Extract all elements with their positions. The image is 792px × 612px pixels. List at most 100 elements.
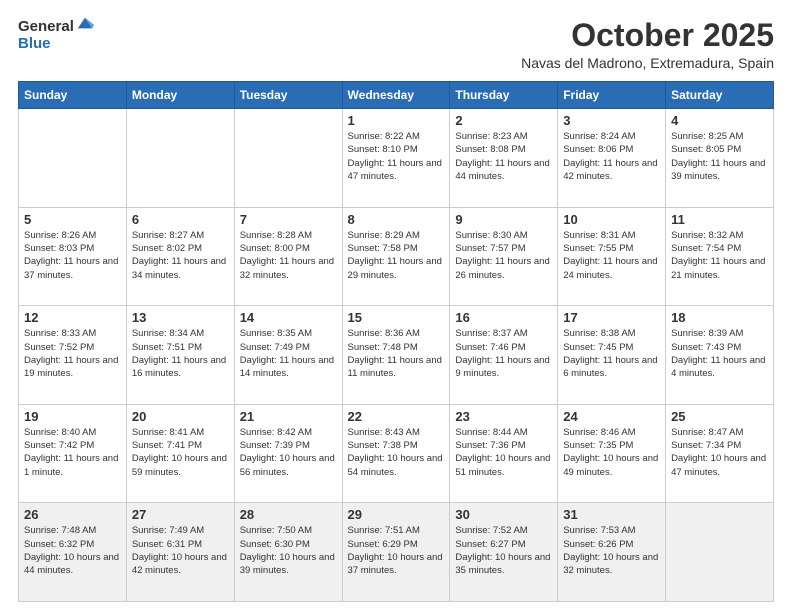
cell-4-0: 26 Sunrise: 7:48 AM Sunset: 6:32 PM Dayli… — [19, 503, 127, 602]
day-num-2-5: 17 — [563, 310, 660, 325]
day-num-1-0: 5 — [24, 212, 121, 227]
day-num-0-6: 4 — [671, 113, 768, 128]
day-info-4-2: Sunrise: 7:50 AM Sunset: 6:30 PM Dayligh… — [240, 524, 337, 577]
day-num-2-1: 13 — [132, 310, 229, 325]
day-info-3-5: Sunrise: 8:46 AM Sunset: 7:35 PM Dayligh… — [563, 426, 660, 479]
day-info-1-2: Sunrise: 8:28 AM Sunset: 8:00 PM Dayligh… — [240, 229, 337, 282]
cell-3-6: 25 Sunrise: 8:47 AM Sunset: 7:34 PM Dayli… — [666, 404, 774, 503]
day-info-0-3: Sunrise: 8:22 AM Sunset: 8:10 PM Dayligh… — [348, 130, 445, 183]
cell-2-3: 15 Sunrise: 8:36 AM Sunset: 7:48 PM Dayli… — [342, 306, 450, 405]
header-sunday: Sunday — [19, 82, 127, 109]
cell-2-5: 17 Sunrise: 8:38 AM Sunset: 7:45 PM Dayli… — [558, 306, 666, 405]
header-tuesday: Tuesday — [234, 82, 342, 109]
day-num-2-3: 15 — [348, 310, 445, 325]
cell-1-4: 9 Sunrise: 8:30 AM Sunset: 7:57 PM Daylig… — [450, 207, 558, 306]
cell-0-1 — [126, 109, 234, 208]
day-num-3-0: 19 — [24, 409, 121, 424]
cell-3-2: 21 Sunrise: 8:42 AM Sunset: 7:39 PM Dayli… — [234, 404, 342, 503]
title-section: October 2025 Navas del Madrono, Extremad… — [521, 18, 774, 71]
day-info-4-4: Sunrise: 7:52 AM Sunset: 6:27 PM Dayligh… — [455, 524, 552, 577]
cell-3-3: 22Sunrise: 8:43 AM Sunset: 7:38 PM Dayli… — [342, 404, 450, 503]
day-num-3-5: 24 — [563, 409, 660, 424]
day-num-1-4: 9 — [455, 212, 552, 227]
logo: General Blue — [18, 18, 94, 52]
day-num-4-3: 29 — [348, 507, 445, 522]
week-row-1: 5Sunrise: 8:26 AM Sunset: 8:03 PM Daylig… — [19, 207, 774, 306]
cell-0-2 — [234, 109, 342, 208]
day-num-0-5: 3 — [563, 113, 660, 128]
day-num-3-6: 25 — [671, 409, 768, 424]
day-num-3-2: 21 — [240, 409, 337, 424]
cell-4-1: 27 Sunrise: 7:49 AM Sunset: 6:31 PM Dayli… — [126, 503, 234, 602]
cell-1-3: 8 Sunrise: 8:29 AM Sunset: 7:58 PM Daylig… — [342, 207, 450, 306]
day-info-4-1: Sunrise: 7:49 AM Sunset: 6:31 PM Dayligh… — [132, 524, 229, 577]
day-num-4-1: 27 — [132, 507, 229, 522]
cell-3-5: 24 Sunrise: 8:46 AM Sunset: 7:35 PM Dayli… — [558, 404, 666, 503]
day-num-2-0: 12 — [24, 310, 121, 325]
day-info-1-6: Sunrise: 8:32 AM Sunset: 7:54 PM Dayligh… — [671, 229, 768, 282]
cell-2-6: 18Sunrise: 8:39 AM Sunset: 7:43 PM Dayli… — [666, 306, 774, 405]
day-info-3-2: Sunrise: 8:42 AM Sunset: 7:39 PM Dayligh… — [240, 426, 337, 479]
day-info-2-4: Sunrise: 8:37 AM Sunset: 7:46 PM Dayligh… — [455, 327, 552, 380]
day-info-4-0: Sunrise: 7:48 AM Sunset: 6:32 PM Dayligh… — [24, 524, 121, 577]
day-info-3-6: Sunrise: 8:47 AM Sunset: 7:34 PM Dayligh… — [671, 426, 768, 479]
week-row-0: 1 Sunrise: 8:22 AM Sunset: 8:10 PM Daylig… — [19, 109, 774, 208]
logo-general-text: General — [18, 18, 74, 35]
calendar-table: Sunday Monday Tuesday Wednesday Thursday… — [18, 81, 774, 602]
day-info-1-4: Sunrise: 8:30 AM Sunset: 7:57 PM Dayligh… — [455, 229, 552, 282]
day-num-3-1: 20 — [132, 409, 229, 424]
cell-0-5: 3 Sunrise: 8:24 AM Sunset: 8:06 PM Daylig… — [558, 109, 666, 208]
month-title: October 2025 — [521, 18, 774, 53]
cell-3-1: 20 Sunrise: 8:41 AM Sunset: 7:41 PM Dayli… — [126, 404, 234, 503]
day-num-0-3: 1 — [348, 113, 445, 128]
day-info-3-0: Sunrise: 8:40 AM Sunset: 7:42 PM Dayligh… — [24, 426, 121, 479]
cell-2-1: 13 Sunrise: 8:34 AM Sunset: 7:51 PM Dayli… — [126, 306, 234, 405]
week-row-3: 19 Sunrise: 8:40 AM Sunset: 7:42 PM Dayli… — [19, 404, 774, 503]
day-num-3-4: 23 — [455, 409, 552, 424]
cell-1-2: 7Sunrise: 8:28 AM Sunset: 8:00 PM Daylig… — [234, 207, 342, 306]
day-num-1-3: 8 — [348, 212, 445, 227]
day-info-4-5: Sunrise: 7:53 AM Sunset: 6:26 PM Dayligh… — [563, 524, 660, 577]
cell-1-0: 5Sunrise: 8:26 AM Sunset: 8:03 PM Daylig… — [19, 207, 127, 306]
day-info-1-5: Sunrise: 8:31 AM Sunset: 7:55 PM Dayligh… — [563, 229, 660, 282]
cell-3-0: 19 Sunrise: 8:40 AM Sunset: 7:42 PM Dayli… — [19, 404, 127, 503]
page: General Blue October 2025 Navas del Madr… — [0, 0, 792, 612]
day-num-1-1: 6 — [132, 212, 229, 227]
day-info-2-5: Sunrise: 8:38 AM Sunset: 7:45 PM Dayligh… — [563, 327, 660, 380]
day-info-0-6: Sunrise: 8:25 AM Sunset: 8:05 PM Dayligh… — [671, 130, 768, 183]
day-info-2-1: Sunrise: 8:34 AM Sunset: 7:51 PM Dayligh… — [132, 327, 229, 380]
day-num-2-2: 14 — [240, 310, 337, 325]
logo-icon — [76, 14, 94, 32]
cell-0-3: 1 Sunrise: 8:22 AM Sunset: 8:10 PM Daylig… — [342, 109, 450, 208]
day-info-2-2: Sunrise: 8:35 AM Sunset: 7:49 PM Dayligh… — [240, 327, 337, 380]
cell-4-6 — [666, 503, 774, 602]
cell-4-2: 28 Sunrise: 7:50 AM Sunset: 6:30 PM Dayli… — [234, 503, 342, 602]
day-num-4-2: 28 — [240, 507, 337, 522]
header-wednesday: Wednesday — [342, 82, 450, 109]
header-saturday: Saturday — [666, 82, 774, 109]
day-info-0-5: Sunrise: 8:24 AM Sunset: 8:06 PM Dayligh… — [563, 130, 660, 183]
day-info-2-0: Sunrise: 8:33 AM Sunset: 7:52 PM Dayligh… — [24, 327, 121, 380]
day-num-3-3: 22 — [348, 409, 445, 424]
header-monday: Monday — [126, 82, 234, 109]
cell-4-5: 31 Sunrise: 7:53 AM Sunset: 6:26 PM Dayli… — [558, 503, 666, 602]
day-num-1-6: 11 — [671, 212, 768, 227]
day-info-4-3: Sunrise: 7:51 AM Sunset: 6:29 PM Dayligh… — [348, 524, 445, 577]
day-info-3-1: Sunrise: 8:41 AM Sunset: 7:41 PM Dayligh… — [132, 426, 229, 479]
cell-4-4: 30 Sunrise: 7:52 AM Sunset: 6:27 PM Dayli… — [450, 503, 558, 602]
day-num-1-5: 10 — [563, 212, 660, 227]
day-info-1-3: Sunrise: 8:29 AM Sunset: 7:58 PM Dayligh… — [348, 229, 445, 282]
cell-1-6: 11 Sunrise: 8:32 AM Sunset: 7:54 PM Dayli… — [666, 207, 774, 306]
cell-0-0 — [19, 109, 127, 208]
day-num-4-0: 26 — [24, 507, 121, 522]
header-thursday: Thursday — [450, 82, 558, 109]
day-num-4-5: 31 — [563, 507, 660, 522]
day-info-1-1: Sunrise: 8:27 AM Sunset: 8:02 PM Dayligh… — [132, 229, 229, 282]
day-info-2-3: Sunrise: 8:36 AM Sunset: 7:48 PM Dayligh… — [348, 327, 445, 380]
calendar-header-row: Sunday Monday Tuesday Wednesday Thursday… — [19, 82, 774, 109]
day-num-4-4: 30 — [455, 507, 552, 522]
location-title: Navas del Madrono, Extremadura, Spain — [521, 55, 774, 71]
cell-1-1: 6 Sunrise: 8:27 AM Sunset: 8:02 PM Daylig… — [126, 207, 234, 306]
day-num-2-4: 16 — [455, 310, 552, 325]
cell-1-5: 10 Sunrise: 8:31 AM Sunset: 7:55 PM Dayli… — [558, 207, 666, 306]
